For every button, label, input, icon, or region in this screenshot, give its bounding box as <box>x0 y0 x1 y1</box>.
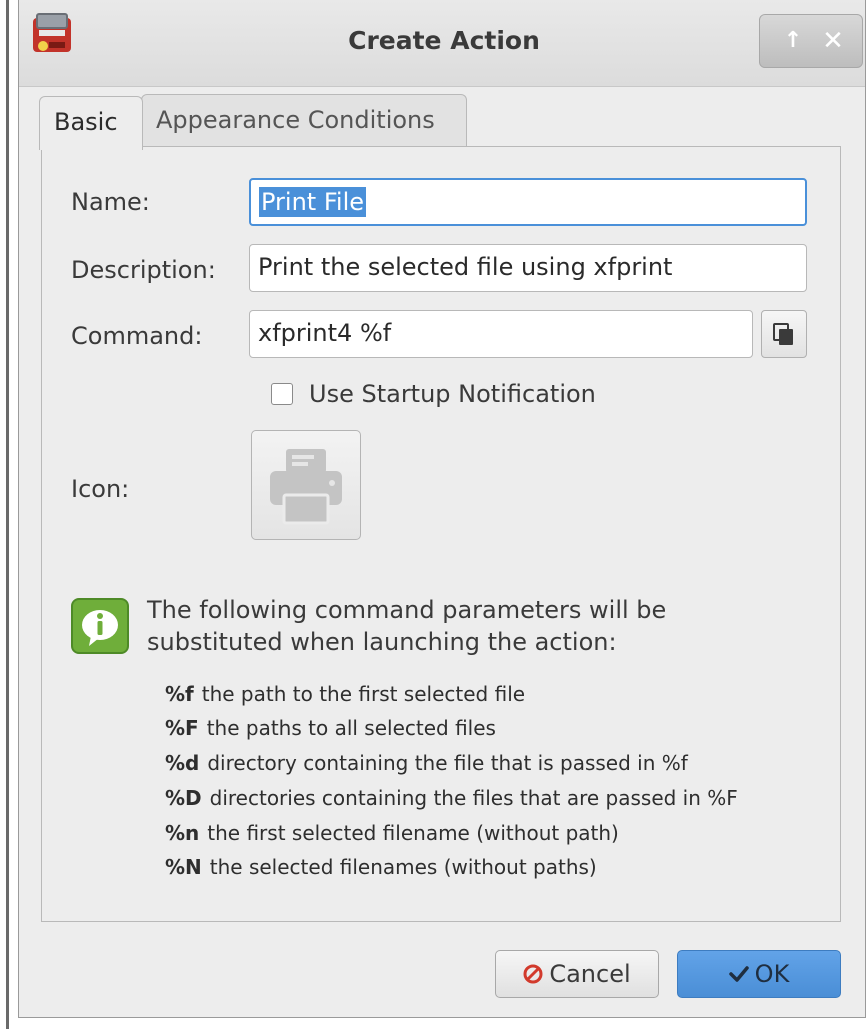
tab-basic[interactable]: Basic <box>39 96 143 150</box>
param-code: %f <box>165 682 194 706</box>
command-browse-button[interactable] <box>761 310 807 358</box>
window-title: Create Action <box>348 26 540 55</box>
param-desc: directory containing the file that is pa… <box>207 751 688 775</box>
name-field[interactable]: Print File <box>249 178 807 226</box>
param-desc: the selected filenames (without paths) <box>209 855 597 879</box>
param-desc: the paths to all selected files <box>206 716 496 740</box>
param-row: %N the selected filenames (without paths) <box>165 855 597 879</box>
param-code: %d <box>165 751 200 775</box>
create-action-dialog: Create Action ↑ ✕ Basic Appearance Condi… <box>18 0 866 1018</box>
maximize-up-icon[interactable]: ↑ <box>776 25 810 57</box>
printer-icon <box>270 449 342 525</box>
description-field[interactable]: Print the selected file using xfprint <box>249 244 807 292</box>
startup-notification-checkbox[interactable] <box>271 383 293 405</box>
window-controls: ↑ ✕ <box>759 14 863 68</box>
param-row: %F the paths to all selected files <box>165 716 496 740</box>
cancel-label: Cancel <box>549 960 631 988</box>
icon-label: Icon: <box>71 475 130 503</box>
param-code: %N <box>165 855 202 879</box>
param-desc: directories containing the files that ar… <box>209 786 738 810</box>
cancel-icon <box>523 964 543 984</box>
info-text-line-1: The following command parameters will be <box>147 596 667 624</box>
info-icon <box>71 598 129 654</box>
param-row: %f the path to the first selected file <box>165 682 525 706</box>
param-code: %n <box>165 821 200 845</box>
param-desc: the path to the first selected file <box>201 682 526 706</box>
info-text: The following command parameters will be… <box>147 594 747 658</box>
param-code: %F <box>165 716 199 740</box>
info-text-line-2: substituted when launching the action: <box>147 628 617 656</box>
app-icon <box>33 13 71 52</box>
ok-button[interactable]: OK <box>677 950 841 998</box>
command-field[interactable]: xfprint4 %f <box>249 310 753 358</box>
param-row: %d directory containing the file that is … <box>165 751 688 775</box>
ok-label: OK <box>754 960 790 988</box>
titlebar[interactable]: Create Action ↑ ✕ <box>19 0 865 87</box>
command-label: Command: <box>71 322 203 350</box>
param-row: %D directories containing the files that … <box>165 786 738 810</box>
copy-icon <box>773 323 793 345</box>
desktop-edge <box>0 0 4 1029</box>
tab-appearance-conditions[interactable]: Appearance Conditions <box>141 94 467 146</box>
name-value-selected: Print File <box>259 187 366 217</box>
checkmark-icon <box>728 966 749 982</box>
close-icon[interactable]: ✕ <box>816 25 850 57</box>
cancel-button[interactable]: Cancel <box>495 950 659 998</box>
description-label: Description: <box>71 256 216 284</box>
param-code: %D <box>165 786 202 810</box>
icon-select-button[interactable] <box>251 430 361 540</box>
window-border-line <box>6 0 9 1029</box>
param-desc: the first selected filename (without pat… <box>207 821 619 845</box>
name-label: Name: <box>71 188 150 216</box>
param-row: %n the first selected filename (without p… <box>165 821 619 845</box>
startup-notification-label[interactable]: Use Startup Notification <box>309 380 596 408</box>
